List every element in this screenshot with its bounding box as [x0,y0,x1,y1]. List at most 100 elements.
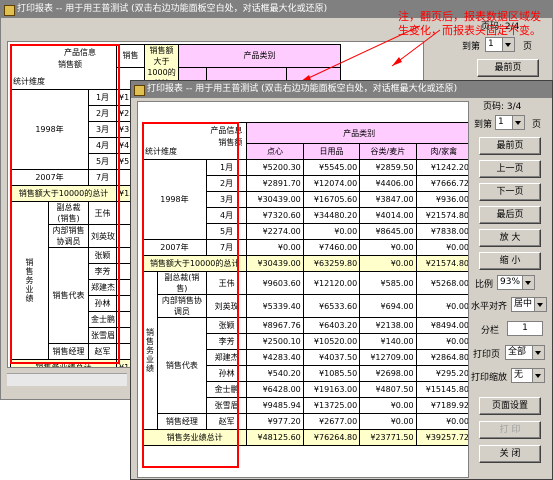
zoom-in-button[interactable]: 放 大 [479,229,541,247]
last-page-button[interactable]: 最后页 [479,206,541,224]
print-scale-select[interactable]: 无 [511,368,545,383]
value-cell: ¥4406.00 [359,175,417,192]
value-cell: ¥5268.00 [415,271,468,295]
first-page-button[interactable]: 最前页 [479,137,541,155]
halign-select[interactable]: 居中 [511,297,547,312]
value-cell: ¥2500.10 [246,333,304,350]
value-cell: ¥6403.20 [302,317,361,334]
value-cell: ¥8494.00 [415,317,468,334]
value-cell: ¥5200.30 [246,159,304,176]
column-header: 点心 [246,143,304,160]
value-cell: ¥2138.00 [359,317,417,334]
value-cell: ¥295.20 [415,365,468,382]
prev-page-button[interactable]: 上一页 [479,160,541,178]
scale-label: 比例 [475,280,494,290]
print-scale-label: 打印缩放 [471,373,508,383]
value-cell: ¥0.00 [359,239,417,256]
print-page-value: 全部 [508,347,527,357]
value-cell: ¥0.00 [359,397,417,414]
value-cell: ¥13725.00 [302,397,361,414]
value-cell: ¥0.00 [359,413,417,430]
chevron-down-icon [512,116,524,129]
front-report-sheet: 产品信息 销售额 统计维度 产品类别 点心 日用品 谷类/麦片 肉/家禽 199… [137,101,469,478]
value-cell: ¥4037.50 [302,349,361,366]
column-header: 谷类/麦片 [359,143,417,160]
value-cell: ¥1242.20 [415,159,468,176]
value-cell: ¥9603.60 [246,271,304,295]
value-cell: ¥19163.00 [302,381,361,398]
value-cell: ¥9485.94 [246,397,304,414]
value-cell: ¥7666.72 [415,175,468,192]
value-cell: ¥2698.00 [359,365,417,382]
value-cell: ¥8967.76 [246,317,304,334]
value-cell: ¥30439.00 [246,191,304,208]
front-control-panel: 页码: 3/4 到第 1 页 最前页 上一页 下一页 最后页 放 大 缩 小 比… [471,97,551,477]
value-cell: ¥4014.00 [359,207,417,224]
next-page-button[interactable]: 下一页 [479,183,541,201]
value-cell: ¥4283.40 [246,349,304,366]
front-goto-label: 到第 [474,120,493,130]
value-cell: ¥7838.00 [415,223,468,240]
page-setup-button[interactable]: 页面设置 [479,397,541,415]
value-cell: ¥0.00 [246,239,304,256]
value-cell: ¥12709.00 [359,349,417,366]
front-header-highlight [142,122,239,468]
halign-value: 居中 [514,299,533,309]
zoom-out-button[interactable]: 缩 小 [479,252,541,270]
value-cell: ¥6533.60 [302,294,361,318]
value-cell: ¥7320.60 [246,207,304,224]
value-cell: ¥10520.00 [302,333,361,350]
value-cell: ¥21574.80 [415,255,468,272]
value-cell: ¥0.00 [359,255,417,272]
value-cell: ¥21574.80 [415,207,468,224]
halign-label: 水平对齐 [471,302,508,312]
value-cell: ¥16705.60 [302,191,361,208]
front-report-window: 打印报表 -- 用于用王普测试 (双击右边功能面板空白处，对话框最大化或还原) … [130,80,553,480]
value-cell: ¥8645.00 [359,223,417,240]
front-window-title: 打印报表 -- 用于用王普测试 (双击右边功能面板空白处，对话框最大化或还原) [147,84,458,94]
value-cell: ¥2859.50 [359,159,417,176]
value-cell: ¥694.00 [359,294,417,318]
scale-select[interactable]: 93% [497,275,535,290]
value-cell: ¥12120.00 [302,271,361,295]
front-page-indicator: 页码: 3/4 [483,102,522,112]
value-cell: ¥0.00 [415,294,468,318]
value-cell: ¥23771.50 [359,429,417,446]
value-cell: ¥2864.80 [415,349,468,366]
front-goto-suffix: 页 [532,120,542,130]
value-cell: ¥30439.00 [246,255,304,272]
front-goto-select[interactable]: 1 [495,115,525,130]
close-button[interactable]: 关 闭 [479,445,541,463]
value-cell: ¥39257.72 [415,429,468,446]
value-cell: ¥15145.80 [415,381,468,398]
value-cell: ¥7189.92 [415,397,468,414]
chevron-down-icon [532,369,544,382]
chevron-down-icon [534,298,546,311]
value-cell: ¥3847.00 [359,191,417,208]
column-header: 肉/家禽 [415,143,468,160]
value-cell: ¥76264.80 [302,429,361,446]
value-cell: ¥0.00 [415,239,468,256]
front-title-bar[interactable]: 打印报表 -- 用于用王普测试 (双击右边功能面板空白处，对话框最大化或还原) [131,81,552,98]
value-cell: ¥1085.50 [302,365,361,382]
chevron-down-icon [532,346,544,359]
columns-label: 分栏 [481,326,500,336]
print-page-label: 打印页 [473,350,501,360]
value-cell: ¥977.20 [246,413,304,430]
column-header: 日用品 [302,143,361,160]
value-cell: ¥5339.40 [246,294,304,318]
scale-value: 93% [500,277,521,287]
value-cell: ¥12074.00 [302,175,361,192]
value-cell: ¥2677.00 [302,413,361,430]
app-icon [134,85,145,96]
value-cell: ¥48125.60 [246,429,304,446]
value-cell: ¥0.00 [302,223,361,240]
print-page-select[interactable]: 全部 [505,345,545,360]
front-goto-value: 1 [498,117,504,127]
columns-input[interactable]: 1 [507,321,543,336]
print-button[interactable]: 打 印 [479,421,541,439]
value-cell: ¥585.00 [359,271,417,295]
value-cell: ¥936.00 [415,191,468,208]
value-cell: ¥63259.80 [302,255,361,272]
value-cell: ¥0.00 [415,413,468,430]
